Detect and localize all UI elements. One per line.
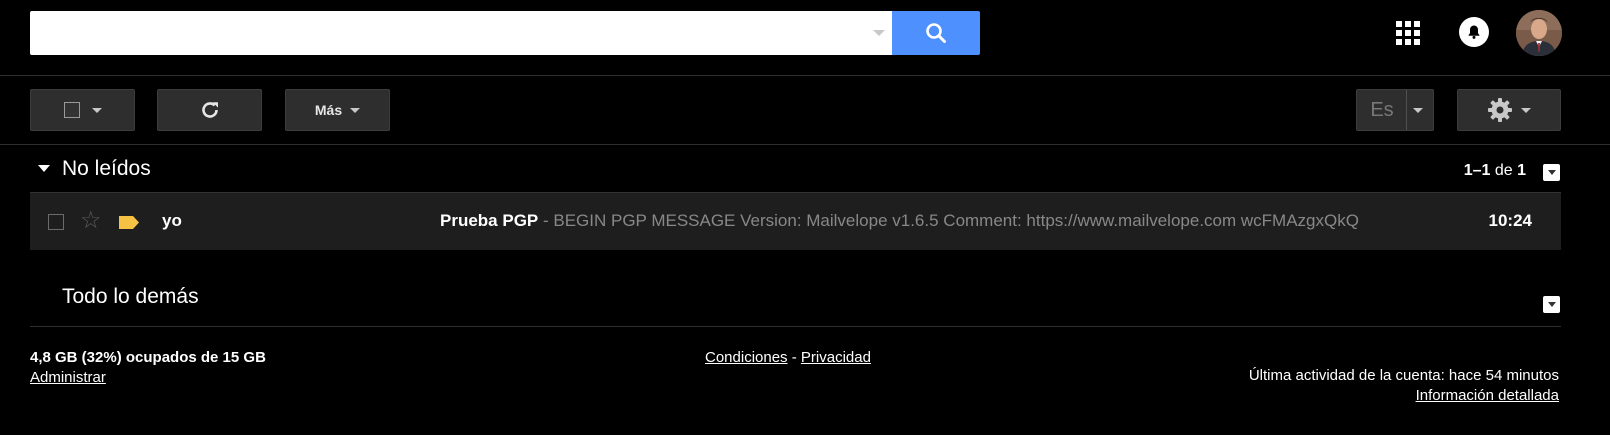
settings-button[interactable] [1457,89,1561,131]
collapse-unread-icon[interactable] [38,165,50,172]
notifications-button[interactable] [1459,17,1489,47]
section-options-unread[interactable] [1543,164,1560,181]
avatar-image [1516,10,1562,56]
search-icon [926,23,946,43]
section-options-rest[interactable] [1543,296,1560,313]
email-sender: yo [162,211,182,230]
section-divider [30,326,1561,327]
email-subject: Prueba PGP [440,211,539,230]
manage-storage-link[interactable]: Administrar [30,369,106,386]
pager-range: 1–1 [1463,162,1491,179]
email-separator: - [538,211,554,230]
more-button[interactable]: Más [285,89,390,131]
storage-usage: 4,8 GB (32%) ocupados de 15 GB [30,349,266,366]
privacy-link[interactable]: Privacidad [801,349,871,366]
section-title-rest: Todo lo demás [62,285,199,308]
footer-separator: - [787,349,801,366]
input-tools-divider [1406,90,1407,130]
chevron-down-icon [1547,302,1556,307]
terms-link[interactable]: Condiciones [705,349,788,366]
bell-icon [1468,25,1480,39]
table-row[interactable]: ☆ yo Prueba PGP - BEGIN PGP MESSAGE Vers… [30,192,1561,250]
search-input[interactable] [30,11,892,55]
avatar[interactable] [1516,10,1562,56]
important-icon[interactable] [118,215,140,235]
chevron-down-icon [350,107,361,113]
pager: 1–1 de 1 [1464,162,1526,180]
pager-of: de [1494,162,1513,179]
header-divider [0,75,1610,76]
refresh-button[interactable] [157,89,262,131]
apps-grid-icon[interactable] [1396,21,1420,45]
last-activity: Última actividad de la cuenta: hace 54 m… [1248,367,1559,384]
chevron-down-icon [91,107,102,113]
email-time: 10:24 [1488,211,1532,230]
chevron-down-icon [1521,107,1531,113]
chevron-down-icon [873,30,885,36]
section-title-unread: No leídos [62,157,151,180]
checkbox-icon [63,102,80,118]
toolbar-divider [0,144,1610,145]
activity-details-link[interactable]: Información detallada [1416,387,1559,404]
footer-links: Condiciones - Privacidad [705,349,871,366]
search-options-dropdown[interactable] [866,11,892,55]
search-button[interactable] [892,11,980,55]
input-tools-label: Es [1370,98,1394,121]
input-tools-button[interactable]: Es [1356,89,1434,131]
email-subject-line: Prueba PGP - BEGIN PGP MESSAGE Version: … [440,211,1406,231]
more-label: Más [314,102,343,118]
pager-total: 1 [1517,162,1526,179]
star-icon[interactable]: ☆ [80,209,102,233]
select-button[interactable] [30,89,135,131]
refresh-icon [201,102,218,118]
chevron-down-icon[interactable] [1413,108,1423,113]
email-snippet: BEGIN PGP MESSAGE Version: Mailvelope v1… [553,211,1359,230]
row-checkbox[interactable] [48,214,64,230]
chevron-down-icon [1547,170,1556,175]
gear-icon [1488,98,1512,122]
